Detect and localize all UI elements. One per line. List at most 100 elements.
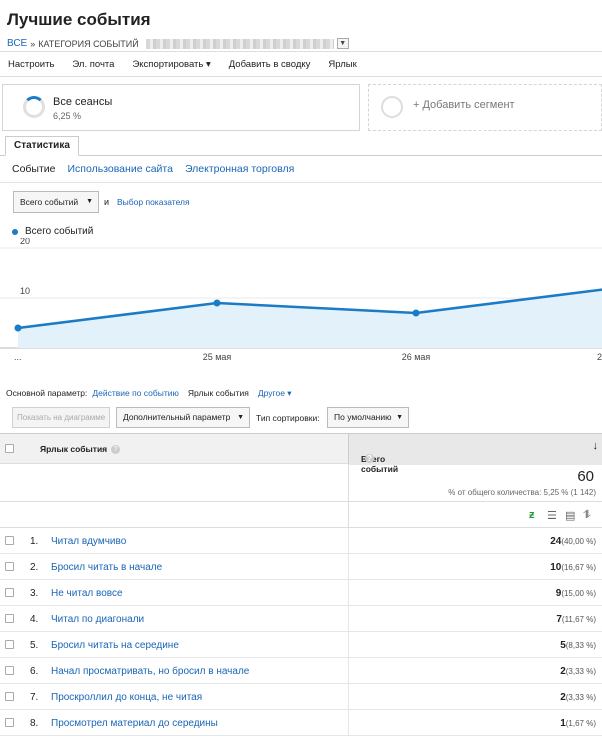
row-total-events: 5(8,33 %) bbox=[560, 640, 596, 651]
row-checkbox[interactable] bbox=[5, 614, 14, 623]
x-tick-label: 25 мая bbox=[203, 352, 232, 362]
plot-rows-button[interactable]: Показать на диаграмме bbox=[12, 407, 110, 428]
row-index: 1. bbox=[30, 536, 39, 547]
chevron-down-icon: ▼ bbox=[86, 198, 93, 205]
breadcrumb: ВСЕ » КАТЕГОРИЯ СОБЫТИЙ ▼ bbox=[7, 38, 349, 49]
row-checkbox[interactable] bbox=[5, 536, 14, 545]
data-view-icon[interactable]: ƶ bbox=[529, 509, 535, 521]
data-table: Ярлык события? Всего событий? ↓ 60 % от … bbox=[0, 433, 602, 736]
report-toolbar: Настроить Эл. почта Экспортировать ▾ Доб… bbox=[0, 51, 602, 77]
row-checkbox[interactable] bbox=[5, 718, 14, 727]
subtab-bar: Событие Использование сайта Электронная … bbox=[12, 163, 294, 175]
breadcrumb-separator: » bbox=[30, 38, 36, 49]
chevron-down-icon: ▼ bbox=[396, 414, 403, 421]
sort-type-label: Тип сортировки: bbox=[256, 413, 320, 423]
email-button[interactable]: Эл. почта bbox=[72, 59, 114, 70]
row-checkbox[interactable] bbox=[5, 666, 14, 675]
row-total-events: 24(40,00 %) bbox=[550, 536, 596, 547]
table-header: Ярлык события? Всего событий? ↓ bbox=[0, 433, 602, 474]
table-body: 1. Читал вдумчиво 24(40,00 %) 2. Бросил чита… bbox=[0, 528, 602, 736]
pick-metric-link[interactable]: Выбор показателя bbox=[117, 197, 190, 207]
event-label-link[interactable]: Просмотрел материал до середины bbox=[51, 718, 218, 729]
event-label-link[interactable]: Читал вдумчиво bbox=[51, 536, 126, 547]
breadcrumb-category: КАТЕГОРИЯ СОБЫТИЙ bbox=[38, 38, 139, 49]
row-checkbox[interactable] bbox=[5, 692, 14, 701]
chevron-down-icon: ▼ bbox=[237, 414, 244, 421]
secondary-dimension-value: Дополнительный параметр bbox=[123, 412, 231, 422]
row-index: 5. bbox=[30, 640, 39, 651]
percentage-view-icon[interactable]: ☰ bbox=[547, 509, 557, 522]
add-segment-label: + Добавить сегмент bbox=[413, 99, 515, 111]
row-total-events: 7(11,67 %) bbox=[556, 614, 596, 625]
row-total-events: 10(16,67 %) bbox=[550, 562, 596, 573]
add-segment-box[interactable]: + Добавить сегмент bbox=[368, 84, 602, 131]
event-label-link[interactable]: Читал по диагонали bbox=[51, 614, 144, 625]
row-total-events: 2(3,33 %) bbox=[560, 666, 596, 677]
x-tick-label: ... bbox=[14, 352, 22, 362]
row-index: 6. bbox=[30, 666, 39, 677]
event-label-link[interactable]: Бросил читать на середине bbox=[51, 640, 179, 651]
subtab-site-usage[interactable]: Использование сайта bbox=[68, 163, 173, 175]
tab-statistics[interactable]: Статистика bbox=[5, 136, 79, 156]
dimension-other[interactable]: Другое ▾ bbox=[258, 388, 292, 399]
primary-dimension-label: Основной параметр: bbox=[6, 388, 88, 398]
event-label-link[interactable]: Начал просматривать, но бросил в начале bbox=[51, 666, 249, 677]
event-label-link[interactable]: Проскроллил до конца, не читая bbox=[51, 692, 202, 703]
chart-legend: Всего событий bbox=[12, 226, 93, 237]
metric-select-value: Всего событий bbox=[20, 197, 79, 207]
table-row: 8. Просмотрел материал до середины 1(1,67 … bbox=[0, 710, 602, 736]
row-total-events: 9(15,00 %) bbox=[555, 588, 596, 599]
row-checkbox[interactable] bbox=[5, 562, 14, 571]
chevron-down-icon[interactable]: ▼ bbox=[336, 38, 349, 49]
x-tick-label: 26 мая bbox=[402, 352, 431, 362]
performance-view-icon[interactable]: ▤ bbox=[565, 509, 575, 522]
table-row: 2. Бросил читать в начале 10(16,67 %) bbox=[0, 554, 602, 580]
add-to-dashboard-button[interactable]: Добавить в сводку bbox=[229, 59, 311, 70]
x-tick-label: 2 bbox=[597, 352, 602, 362]
table-row: 4. Читал по диагонали 7(11,67 %) bbox=[0, 606, 602, 632]
sort-type-select[interactable]: По умолчанию ▼ bbox=[327, 407, 409, 428]
event-label-link[interactable]: Бросил читать в начале bbox=[51, 562, 162, 573]
export-button[interactable]: Экспортировать ▾ bbox=[132, 59, 210, 70]
row-index: 2. bbox=[30, 562, 39, 573]
y-tick-label: 10 bbox=[20, 286, 30, 296]
breadcrumb-all-link[interactable]: ВСЕ bbox=[7, 38, 27, 49]
legend-dot-icon bbox=[12, 228, 18, 235]
row-index: 8. bbox=[30, 718, 39, 729]
secondary-dimension-select[interactable]: Дополнительный параметр ▼ bbox=[116, 407, 250, 428]
segment-all-sessions[interactable]: Все сеансы 6,25 % bbox=[2, 84, 360, 131]
event-label-link[interactable]: Не читал вовсе bbox=[51, 588, 123, 599]
sort-desc-icon[interactable]: ↓ bbox=[593, 440, 599, 452]
help-icon[interactable]: ? bbox=[111, 445, 121, 455]
tab-divider bbox=[0, 155, 602, 156]
help-icon[interactable]: ? bbox=[365, 454, 374, 463]
total-events-percent: % от общего количества: 5,25 % (1 142) bbox=[448, 488, 596, 497]
column-header-total-events[interactable]: Всего событий? ↓ bbox=[348, 434, 602, 474]
and-label: и bbox=[104, 197, 110, 207]
row-checkbox[interactable] bbox=[5, 588, 14, 597]
table-row: 1. Читал вдумчиво 24(40,00 %) bbox=[0, 528, 602, 554]
legend-label: Всего событий bbox=[25, 226, 94, 237]
total-events-value: 60 bbox=[577, 468, 594, 485]
data-point bbox=[213, 299, 221, 307]
dimension-event-action[interactable]: Действие по событию bbox=[92, 388, 179, 399]
table-row: 7. Проскроллил до конца, не читая 2(3,33 %… bbox=[0, 684, 602, 710]
column-header-event-label[interactable]: Ярлык события? bbox=[40, 444, 121, 455]
dimension-event-label: Ярлык события bbox=[187, 388, 249, 398]
comparison-view-icon[interactable]: ⥮ bbox=[583, 509, 591, 522]
metric-select[interactable]: Всего событий ▼ bbox=[13, 191, 99, 213]
shortcut-button[interactable]: Ярлык bbox=[328, 59, 356, 70]
events-line-chart: 20 10... 25 мая 26 мая 2 bbox=[0, 238, 602, 362]
row-index: 7. bbox=[30, 692, 39, 703]
row-checkbox[interactable] bbox=[5, 640, 14, 649]
subtab-event[interactable]: Событие bbox=[12, 163, 56, 175]
table-view-tools: ƶ ☰ ▤ ⥮ bbox=[0, 502, 602, 528]
customize-button[interactable]: Настроить bbox=[8, 59, 54, 70]
table-row: 3. Не читал вовсе 9(15,00 %) bbox=[0, 580, 602, 606]
data-point bbox=[14, 324, 22, 332]
data-point bbox=[412, 309, 420, 317]
y-tick-label: 20 bbox=[20, 238, 30, 246]
subtab-ecommerce[interactable]: Электронная торговля bbox=[185, 163, 294, 175]
select-all-checkbox[interactable] bbox=[5, 444, 14, 453]
table-totals-row: 60 % от общего количества: 5,25 % (1 142… bbox=[0, 464, 602, 502]
